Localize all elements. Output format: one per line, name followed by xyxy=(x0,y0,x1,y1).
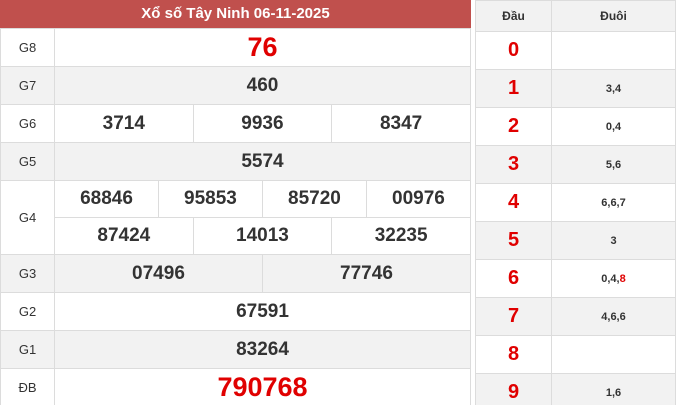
prize-row-g3: G3 07496 77746 xyxy=(0,254,472,293)
prize-number: 14013 xyxy=(192,217,333,255)
loto-head: 0 xyxy=(475,31,552,70)
prize-number: 67591 xyxy=(54,292,471,331)
prize-label: ĐB xyxy=(0,368,55,405)
loto-head: 9 xyxy=(475,373,552,405)
loto-row: 8 xyxy=(475,335,676,374)
loto-tail xyxy=(551,335,676,374)
loto-tail-text: 0,4, xyxy=(601,272,620,285)
loto-tail: 0,4,8 xyxy=(551,259,676,298)
loto-head: 1 xyxy=(475,69,552,108)
prize-row-g7: G7 460 xyxy=(0,66,471,105)
prize-number: 76 xyxy=(54,28,471,67)
results-title: Xổ số Tây Ninh 06-11-2025 xyxy=(0,0,471,28)
loto-row: 7 4,6,6 xyxy=(475,297,676,336)
prize-row-g5: G5 5574 xyxy=(0,142,471,181)
head-column-header: Đầu xyxy=(475,0,552,32)
prize-label: G7 xyxy=(0,66,55,105)
loto-tail xyxy=(551,31,676,70)
prize-row-g8: G8 76 xyxy=(0,28,471,67)
prize-number: 5574 xyxy=(54,142,471,181)
jackpot-number: 790768 xyxy=(54,368,471,405)
loto-row: 1 3,4 xyxy=(475,69,676,108)
loto-tail: 3 xyxy=(551,221,676,260)
loto-tail: 0,4 xyxy=(551,107,676,146)
loto-row: 2 0,4 xyxy=(475,107,676,146)
loto-row: 0 xyxy=(475,31,676,70)
results-table: G8 76 G7 460 G6 3714 9936 8347 G5 5574 G… xyxy=(0,28,472,405)
prize-label: G3 xyxy=(0,254,55,293)
prize-number: 3714 xyxy=(54,104,194,143)
prize-number: 77746 xyxy=(261,254,472,293)
prize-row-db: ĐB 790768 xyxy=(0,368,471,405)
loto-head: 3 xyxy=(475,145,552,184)
loto-panel: Đầu Đuôi 0 1 3,4 2 0,4 3 5,6 4 6,6,7 5 3… xyxy=(475,0,676,405)
results-panel: Xổ số Tây Ninh 06-11-2025 G8 76 G7 460 G… xyxy=(0,0,472,405)
loto-tail: 3,4 xyxy=(551,69,676,108)
prize-number: 8347 xyxy=(331,104,471,143)
prize-number: 95853 xyxy=(157,180,263,218)
loto-tail-highlight: 8 xyxy=(619,272,626,285)
loto-row: 4 6,6,7 xyxy=(475,183,676,222)
prize-label: G2 xyxy=(0,292,55,331)
loto-row: 9 1,6 xyxy=(475,373,676,405)
loto-head: 8 xyxy=(475,335,552,374)
prize-number: 9936 xyxy=(192,104,333,143)
loto-tail: 1,6 xyxy=(551,373,676,405)
loto-row: 6 0,4,8 xyxy=(475,259,676,298)
prize-label: G6 xyxy=(0,104,55,143)
prize-label: G4 xyxy=(0,180,55,255)
loto-head: 4 xyxy=(475,183,552,222)
loto-head: 6 xyxy=(475,259,552,298)
prize-number: 68846 xyxy=(54,180,159,218)
prize-number: 83264 xyxy=(54,330,471,369)
prize-row-g2: G2 67591 xyxy=(0,292,471,331)
prize-number: 32235 xyxy=(331,217,471,255)
loto-row: 5 3 xyxy=(475,221,676,260)
prize-label: G8 xyxy=(0,28,55,67)
loto-table: Đầu Đuôi 0 1 3,4 2 0,4 3 5,6 4 6,6,7 5 3… xyxy=(475,0,676,405)
prize-number: 07496 xyxy=(54,254,263,293)
loto-tail: 4,6,6 xyxy=(551,297,676,336)
prize-label: G5 xyxy=(0,142,55,181)
prize-number: 00976 xyxy=(365,180,472,218)
loto-header-row: Đầu Đuôi xyxy=(475,0,676,32)
loto-row: 3 5,6 xyxy=(475,145,676,184)
prize-row-g4-b: 87424 14013 32235 xyxy=(1,217,471,255)
loto-tail: 6,6,7 xyxy=(551,183,676,222)
prize-number: 460 xyxy=(54,66,471,105)
prize-row-g6: G6 3714 9936 8347 xyxy=(0,104,471,143)
loto-head: 5 xyxy=(475,221,552,260)
tail-column-header: Đuôi xyxy=(551,0,676,32)
prize-row-g4: G4 68846 95853 85720 00976 xyxy=(0,180,472,255)
prize-number: 85720 xyxy=(261,180,367,218)
prize-row-g1: G1 83264 xyxy=(0,330,471,369)
prize-label: G1 xyxy=(0,330,55,369)
loto-head: 2 xyxy=(475,107,552,146)
prize-number: 87424 xyxy=(54,217,194,255)
loto-tail: 5,6 xyxy=(551,145,676,184)
loto-head: 7 xyxy=(475,297,552,336)
